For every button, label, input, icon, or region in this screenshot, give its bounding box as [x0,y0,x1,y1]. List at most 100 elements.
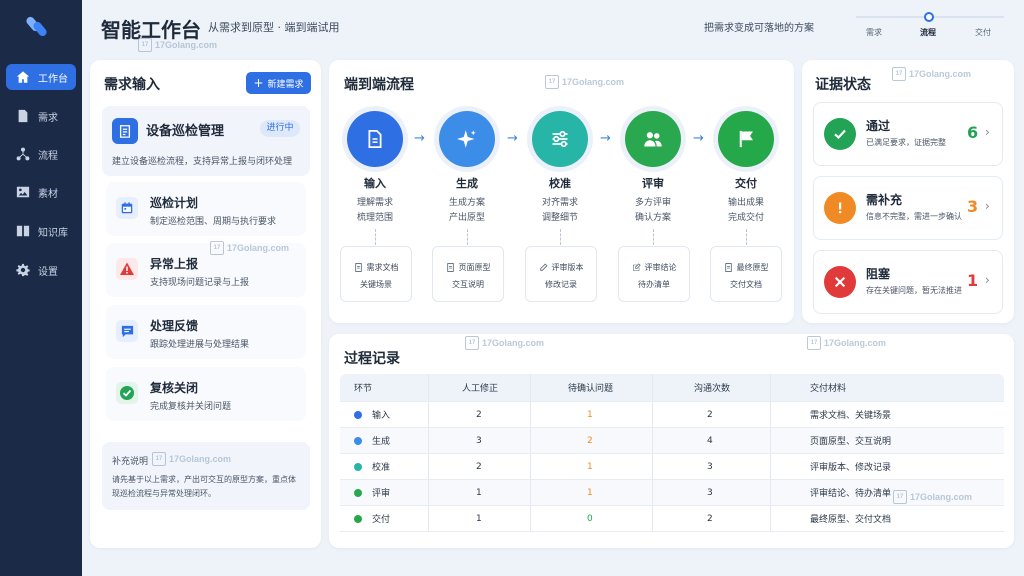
flow-step-desc: 产出原型 [448,213,485,223]
flow-step-generate[interactable]: 生成 生成方案 产出原型 [422,111,512,226]
table-row[interactable]: 校准 2 1 3 评审版本、修改记录 [340,454,1004,480]
column-divider [652,480,653,505]
flow-output-label: 页面原型 [458,263,491,272]
app-logo [26,16,47,37]
task-item-close[interactable]: 复核关闭 完成复核并关闭问题 [106,367,306,421]
flow-step-name: 校准 [549,177,571,190]
column-divider [428,374,429,401]
page-title: 智能工作台 [101,18,201,42]
evidence-count: 6 [967,123,979,142]
evidence-card-title: 证据状态 [815,77,871,93]
cell-comm: 2 [707,513,713,524]
sidebar-item-label: 素材 [38,188,58,200]
status-badge: 进行中 [260,120,300,137]
sidebar-item-requirements[interactable]: 需求 [6,103,76,129]
flow-output-label: 最终原型 [736,263,769,272]
flow-step-calibrate[interactable]: 校准 对齐需求 调整细节 [515,111,605,226]
sidebar-item-workbench[interactable]: 工作台 [6,64,76,90]
records-card-title: 过程记录 [344,351,400,367]
flow-step-desc: 理解需求 [356,198,393,208]
step-requirements[interactable]: 需求 [866,27,882,38]
calendar-icon [116,197,138,219]
column-header: 人工修正 [462,384,499,394]
table-row[interactable]: 交付 1 0 2 最终原型、交付文档 [340,506,1004,532]
flow-output-calibrate[interactable]: 评审版本 修改记录 [525,246,597,302]
sidebar-item-label: 需求 [38,112,58,124]
column-divider [770,480,771,505]
check-icon [116,382,138,404]
flow-output-input[interactable]: 需求文档 关键场景 [340,246,412,302]
evidence-item-supplement[interactable]: 需补充 信息不完整，需进一步确认 3 › [813,176,1003,240]
flow-step-name: 输入 [364,177,386,190]
close-icon [824,266,856,298]
flow-step-deliver[interactable]: 交付 输出成果 完成交付 [701,111,791,226]
document-icon [446,263,454,272]
column-divider [652,428,653,453]
column-divider [428,454,429,479]
column-divider [530,480,531,505]
stage-dot [354,436,362,445]
note-text: 请先基于以上需求，产出可交互的原型方案，重点体现巡检流程与异常处理闭环。 [112,475,296,498]
flow-output-label: 评审版本 [551,263,584,272]
flow-step-name: 评审 [642,177,664,190]
document-icon [354,263,362,272]
sidebar-item-assets[interactable]: 素材 [6,179,76,205]
column-divider [530,428,531,453]
step-flow[interactable]: 流程 [920,27,936,38]
flow-step-desc: 梳理范围 [356,213,393,223]
table-row[interactable]: 输入 2 1 2 需求文档、关键场景 [340,402,1004,428]
sidebar-item-knowledge[interactable]: 知识库 [6,218,76,244]
chevron-right-icon: › [985,199,990,213]
task-item-report[interactable]: 异常上报 支持现场问题记录与上报 [106,243,306,297]
flow-output-label: 修改记录 [545,280,577,289]
stage-dot [354,488,362,497]
flow-output-review[interactable]: 评审结论 待办清单 [618,246,690,302]
cell-pending: 1 [587,487,593,498]
sidebar-item-flow[interactable]: 流程 [6,141,76,167]
current-step-marker [924,12,934,22]
supplementary-note: 补充说明 请先基于以上需求，产出可交互的原型方案，重点体现巡检流程与异常处理闭环… [102,442,310,510]
stage-cell: 校准 [354,454,390,479]
flow-step-desc: 确认方案 [634,213,671,223]
cell-material: 评审版本、修改记录 [810,463,892,473]
table-row[interactable]: 评审 1 1 3 评审结论、待办清单 [340,480,1004,506]
flow-output-label: 关键场景 [360,280,392,289]
column-divider [428,428,429,453]
sidebar-item-settings[interactable]: 设置 [6,257,76,283]
people-icon [625,111,681,167]
cell-comm: 3 [707,461,713,472]
clipboard-icon [112,118,138,144]
cell-material: 最终原型、交付文档 [810,515,892,525]
sidebar-item-label: 工作台 [38,73,68,85]
flow-step-input[interactable]: 输入 理解需求梳理范围 [330,111,420,226]
flow-step-review[interactable]: 评审 多方评审确认方案 [608,111,698,226]
evidence-name: 阻塞 [866,267,891,281]
table-row[interactable]: 生成 3 2 4 页面原型、交互说明 [340,428,1004,454]
task-description: 支持现场问题记录与上报 [150,278,250,288]
chevron-right-icon: › [985,273,990,287]
flow-step-desc: 多方评审 [634,198,671,208]
cell-pending: 1 [587,409,593,420]
evidence-count: 3 [967,197,979,216]
column-divider [770,428,771,453]
flow-output-generate[interactable]: 页面原型 交互说明 [432,246,504,302]
column-divider [530,506,531,531]
evidence-item-blocked[interactable]: 阻塞 存在关键问题，暂无法推进 1 › [813,250,1003,314]
sidebar: 工作台 需求 流程 素材 知识库 设置 [0,0,82,576]
task-item-feedback[interactable]: 处理反馈 跟踪处理进展与处理结果 [106,305,306,359]
new-requirement-button[interactable]: + 新建需求 [246,72,311,94]
flow-output-label: 交付文档 [730,280,762,289]
column-divider [770,506,771,531]
flow-step-name: 交付 [735,177,757,190]
evidence-description: 已满足要求，证据完整 [866,138,946,147]
task-item-plan[interactable]: 巡检计划 制定巡检范围、周期与执行要求 [106,182,306,236]
project-card[interactable]: 设备巡检管理 进行中 建立设备巡检流程，支持异常上报与闭环处理 [102,106,310,176]
step-delivery[interactable]: 交付 [975,27,991,38]
evidence-description: 存在关键问题，暂无法推进 [866,286,962,295]
document-icon [724,263,732,272]
column-divider [530,402,531,427]
evidence-item-pass[interactable]: 通过 已满足要求，证据完整 6 › [813,102,1003,166]
flow-output-deliver[interactable]: 最终原型 交付文档 [710,246,782,302]
stage-cell: 输入 [354,402,390,427]
home-icon [16,71,30,83]
